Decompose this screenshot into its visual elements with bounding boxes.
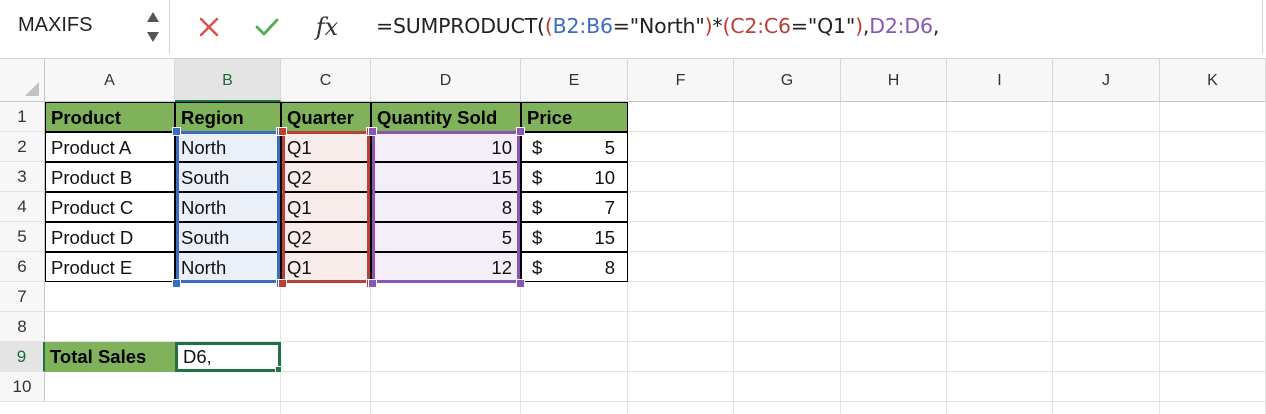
price-currency: $ <box>532 167 543 188</box>
product-cell[interactable]: Product A <box>45 132 175 162</box>
range-d2-d6-handle[interactable] <box>368 127 377 136</box>
range-b2-b6-handle[interactable] <box>172 127 181 136</box>
fx-icon: fx <box>315 13 339 41</box>
range-b2-b6-handle[interactable] <box>172 279 181 288</box>
total-sales-label[interactable]: Total Sales <box>45 342 175 372</box>
formula-token: ( <box>544 14 553 38</box>
formula-input[interactable]: =SUMPRODUCT((B2:B6="North")*(C2:C6="Q1")… <box>376 14 939 38</box>
range-d2-d6-handle[interactable] <box>368 279 377 288</box>
column-header-e[interactable]: E <box>521 59 628 102</box>
formula-token: * <box>712 14 723 38</box>
formula-token: =SUMPRODUCT( <box>376 14 545 38</box>
row-header-10[interactable]: 10 <box>0 372 45 402</box>
row-header-5[interactable]: 5 <box>0 222 45 252</box>
formula-token: B2:B6 <box>552 14 613 38</box>
formula-token: D2:D6 <box>869 14 933 38</box>
select-all-corner[interactable] <box>0 59 45 102</box>
column-header-b[interactable]: B <box>175 59 281 102</box>
spreadsheet-grid[interactable]: ABCDEFGHIJK 1 2 3 4 5 6 7 8 9 10 Product Region Qua… <box>0 59 1266 414</box>
enter-button[interactable] <box>250 9 284 45</box>
row-header-9[interactable]: 9 <box>0 342 45 372</box>
checkmark-icon <box>255 18 279 36</box>
gridline-vertical <box>840 102 841 414</box>
column-header-d[interactable]: D <box>371 59 521 102</box>
price-cell[interactable]: $15 <box>521 222 628 252</box>
row-header-3[interactable]: 3 <box>0 162 45 192</box>
name-box-stepper-icon[interactable] <box>144 8 162 46</box>
row-header-1[interactable]: 1 <box>0 102 45 132</box>
column-header-c[interactable]: C <box>281 59 371 102</box>
column-header-a[interactable]: A <box>45 59 175 102</box>
product-cell[interactable]: Product D <box>45 222 175 252</box>
price-value: 5 <box>604 137 615 158</box>
gridline-vertical <box>1159 102 1160 414</box>
formula-bar-divider <box>1262 0 1263 54</box>
table-header-cell[interactable]: Quarter <box>281 102 371 132</box>
table-header-cell[interactable]: Price <box>521 102 628 132</box>
range-c2-c6 <box>282 131 370 283</box>
range-d2-d6-handle[interactable] <box>516 279 525 288</box>
price-currency: $ <box>532 257 543 278</box>
product-cell[interactable]: Product C <box>45 192 175 222</box>
row-header-4[interactable]: 4 <box>0 192 45 222</box>
gridline-vertical <box>946 102 947 414</box>
price-cell[interactable]: $10 <box>521 162 628 192</box>
total-sales-edit-cell[interactable]: D6, <box>175 342 281 372</box>
product-cell[interactable]: Product E <box>45 252 175 282</box>
price-value: 15 <box>594 227 615 248</box>
price-value: 7 <box>604 197 615 218</box>
column-header-k[interactable]: K <box>1160 59 1266 102</box>
price-value: 10 <box>594 167 615 188</box>
gridline-vertical <box>733 102 734 414</box>
formula-buttons: fx <box>170 0 370 54</box>
insert-function-button[interactable]: fx <box>310 9 344 45</box>
column-header-j[interactable]: J <box>1053 59 1160 102</box>
formula-bar: MAXIFS fx =SUMPRODUCT((B2:B6="North")*(C… <box>0 0 1266 59</box>
price-currency: $ <box>532 137 543 158</box>
column-header-h[interactable]: H <box>841 59 947 102</box>
formula-token: ="North" <box>612 14 705 38</box>
formula-token: ="Q1" <box>790 14 856 38</box>
name-box[interactable]: MAXIFS <box>0 0 170 54</box>
table-header-cell[interactable]: Region <box>175 102 281 132</box>
price-cell[interactable]: $8 <box>521 252 628 282</box>
price-currency: $ <box>532 197 543 218</box>
row-header-8[interactable]: 8 <box>0 312 45 342</box>
name-box-value: MAXIFS <box>18 14 93 36</box>
row-header-7[interactable]: 7 <box>0 282 45 312</box>
gridline-vertical <box>1052 102 1053 414</box>
range-c2-c6-handle[interactable] <box>278 279 287 288</box>
formula-token: , <box>932 14 940 38</box>
range-c2-c6-handle[interactable] <box>278 127 287 136</box>
table-header-cell[interactable]: Quantity Sold <box>371 102 521 132</box>
gridline-horizontal <box>45 311 1266 312</box>
column-header-i[interactable]: I <box>947 59 1053 102</box>
price-currency: $ <box>532 227 543 248</box>
gridline-horizontal <box>45 401 1266 402</box>
formula-token: ) <box>855 14 863 38</box>
cancel-x-icon <box>199 17 219 37</box>
cancel-button[interactable] <box>192 9 226 45</box>
column-header-g[interactable]: G <box>734 59 841 102</box>
range-d2-d6 <box>372 131 520 283</box>
table-header-cell[interactable]: Product <box>45 102 175 132</box>
column-header-f[interactable]: F <box>628 59 734 102</box>
range-b2-b6 <box>176 131 280 283</box>
product-cell[interactable]: Product B <box>45 162 175 192</box>
price-cell[interactable]: $5 <box>521 132 628 162</box>
price-cell[interactable]: $7 <box>521 192 628 222</box>
formula-token: C2:C6 <box>730 14 791 38</box>
range-d2-d6-handle[interactable] <box>516 127 525 136</box>
price-value: 8 <box>604 257 615 278</box>
row-header-2[interactable]: 2 <box>0 132 45 162</box>
fill-handle[interactable] <box>275 366 282 373</box>
row-header-6[interactable]: 6 <box>0 252 45 282</box>
select-all-icon <box>25 82 39 96</box>
